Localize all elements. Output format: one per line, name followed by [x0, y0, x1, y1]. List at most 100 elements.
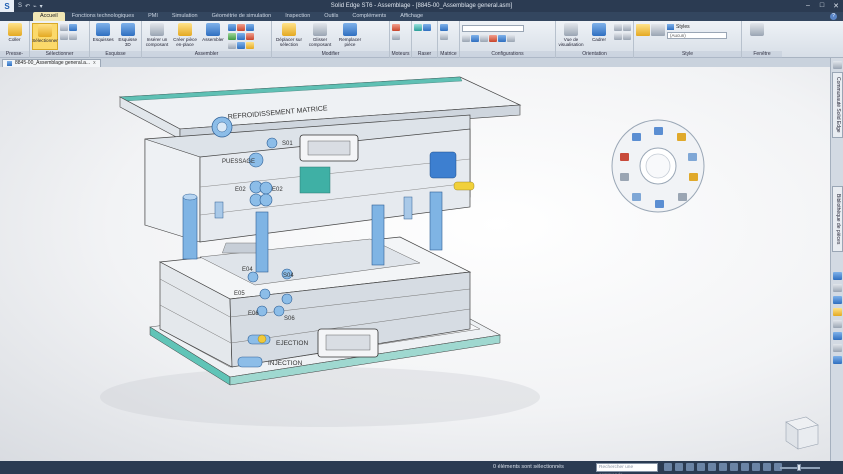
pan-icon[interactable] [697, 463, 705, 471]
config-icon[interactable] [489, 35, 497, 42]
rotate-icon[interactable] [614, 33, 622, 40]
relation-icon[interactable] [246, 33, 254, 40]
maximize-button[interactable]: □ [815, 2, 829, 10]
solid-edge-logo-icon[interactable]: S [0, 0, 14, 12]
relation-icon[interactable] [228, 24, 236, 31]
relation-icon[interactable] [228, 33, 236, 40]
tab-pmi[interactable]: PMI [141, 12, 165, 21]
document-tab[interactable]: 8845-00_Assemblage general.a... x [2, 59, 101, 67]
face-icon[interactable] [423, 24, 431, 31]
radial-fit-icon[interactable] [620, 153, 629, 161]
zoom-area-icon[interactable] [623, 33, 631, 40]
mold-assembly-model[interactable]: REFROIDISSEMENT MATRICE S01 PUESSAGE E02… [0, 67, 830, 461]
face-icon[interactable] [414, 24, 422, 31]
radial-orient-icon[interactable] [688, 153, 697, 161]
look-at-icon[interactable] [730, 463, 738, 471]
filter-icon[interactable] [60, 24, 68, 31]
rotate-icon[interactable] [708, 463, 716, 471]
fit-button[interactable]: Cadrer [586, 23, 612, 50]
relation-icon[interactable] [237, 33, 245, 40]
radial-hide-icon[interactable] [678, 193, 687, 201]
radial-shade-icon[interactable] [689, 173, 698, 181]
zoom-icon[interactable] [675, 463, 683, 471]
view-button[interactable]: Vue de visualisation [558, 23, 584, 50]
dock-tool-icon[interactable] [833, 296, 842, 304]
dock-pin-icon[interactable] [833, 61, 842, 69]
qat-customize-icon[interactable]: ▾ [40, 3, 43, 10]
tab-fonctions-technologiques[interactable]: Fonctions technologiques [65, 12, 141, 21]
minimize-button[interactable]: – [801, 2, 815, 10]
radial-style-icon[interactable] [677, 133, 686, 141]
radial-zoom-icon[interactable] [655, 200, 664, 208]
tab-inspection[interactable]: Inspection [278, 12, 317, 21]
create-part-in-place-button[interactable]: Créer pièce en-place [172, 23, 198, 50]
dock-tool-icon[interactable] [833, 332, 842, 340]
dock-tab-parts-library[interactable]: Bibliothèque de pièces [832, 186, 843, 252]
select-tool-icon[interactable] [60, 33, 68, 40]
drag-component-button[interactable]: Glisser composant [306, 23, 334, 50]
display-icon[interactable] [752, 463, 760, 471]
relation-icon[interactable] [237, 42, 245, 49]
graphics-window[interactable]: REFROIDISSEMENT MATRICE S01 PUESSAGE E02… [0, 67, 830, 461]
config-icon[interactable] [462, 35, 470, 42]
config-icon[interactable] [507, 35, 515, 42]
qat-redo-icon[interactable]: ⌁ [33, 3, 37, 10]
relation-icon[interactable] [246, 24, 254, 31]
sketch-view-icon[interactable] [763, 463, 771, 471]
radial-pan-icon[interactable] [632, 193, 641, 201]
dock-tool-icon[interactable] [833, 320, 842, 328]
sketch-button[interactable]: Esquisses [92, 23, 115, 50]
relation-icon[interactable] [228, 42, 236, 49]
command-search-input[interactable]: Rechercher une commande [596, 463, 658, 474]
wireframe-icon[interactable] [651, 24, 665, 36]
insert-component-button[interactable]: Insérer un composant [144, 23, 170, 50]
select-tool-icon[interactable] [69, 33, 77, 40]
qat-save-icon[interactable]: S [18, 3, 22, 10]
dock-tool-icon[interactable] [833, 272, 842, 280]
dock-tool-icon[interactable] [833, 284, 842, 292]
tab-affichage[interactable]: Affichage [393, 12, 430, 21]
move-to-selection-button[interactable]: Déplacer sur sélection [274, 23, 304, 50]
shaded-icon[interactable] [636, 24, 650, 36]
replace-part-button[interactable]: Remplacer pièce [336, 23, 364, 50]
radial-view-icon[interactable] [654, 127, 663, 135]
close-button[interactable]: ✕ [829, 2, 843, 10]
config-icon[interactable] [498, 35, 506, 42]
close-tab-icon[interactable]: x [93, 60, 96, 67]
pattern-icon[interactable] [440, 24, 448, 31]
assemble-button[interactable]: Assembler [200, 23, 226, 50]
paste-button[interactable]: Coller [2, 23, 27, 50]
select-tool-icon[interactable] [69, 24, 77, 31]
select-button[interactable]: Sélectionner [32, 23, 58, 50]
motor-icon[interactable] [392, 33, 400, 40]
view-cube[interactable] [785, 416, 819, 450]
radial-menu[interactable] [611, 119, 705, 213]
spin-icon[interactable] [719, 463, 727, 471]
radial-rotate-icon[interactable] [620, 173, 629, 181]
config-icon[interactable] [471, 35, 479, 42]
qat-undo-icon[interactable]: ↶ [25, 3, 30, 10]
dock-tool-icon[interactable] [833, 356, 842, 364]
tab-accueil[interactable]: Accueil [33, 12, 65, 21]
help-icon[interactable]: ? [830, 13, 837, 20]
tab-geometrie-simulation[interactable]: Géométrie de simulation [205, 12, 279, 21]
pattern-icon[interactable] [440, 33, 448, 40]
zoom-slider-handle[interactable] [797, 464, 801, 471]
pan-icon[interactable] [623, 24, 631, 31]
motor-icon[interactable] [392, 24, 400, 31]
dock-tab-community[interactable]: Communauté Solid Edge [832, 72, 843, 138]
sketch-3d-button[interactable]: Esquisse 3D [117, 23, 140, 50]
style-dropdown[interactable]: (Aucun) [667, 32, 727, 39]
configuration-dropdown[interactable] [462, 25, 524, 32]
view-icon[interactable] [741, 463, 749, 471]
window-button[interactable] [744, 23, 770, 50]
relation-icon[interactable] [246, 42, 254, 49]
dock-tool-icon[interactable] [833, 308, 842, 316]
tab-complements[interactable]: Compléments [345, 12, 393, 21]
config-icon[interactable] [480, 35, 488, 42]
radial-select-icon[interactable] [632, 133, 641, 141]
tab-outils[interactable]: Outils [317, 12, 345, 21]
tab-simulation[interactable]: Simulation [165, 12, 205, 21]
zoom-icon[interactable] [614, 24, 622, 31]
relation-icon[interactable] [237, 24, 245, 31]
